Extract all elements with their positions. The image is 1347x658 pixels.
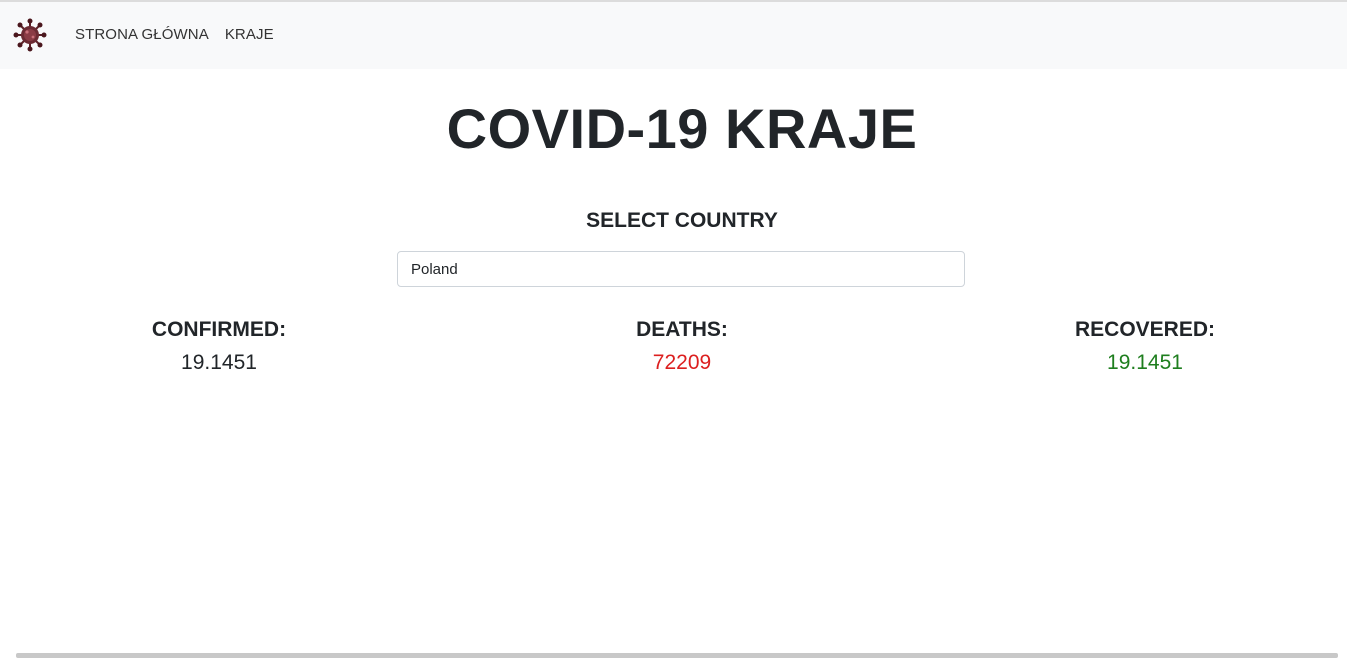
confirmed-label: CONFIRMED:	[151, 318, 287, 341]
nav-link-home[interactable]: STRONA GŁÓWNA	[75, 26, 209, 43]
select-country-label: SELECT COUNTRY	[586, 209, 778, 232]
page: STRONA GŁÓWNA KRAJE COVID-19 KRAJE SELEC…	[0, 0, 1347, 658]
nav-link-countries[interactable]: KRAJE	[225, 26, 274, 43]
horizontal-scrollbar[interactable]	[16, 653, 1338, 658]
navbar: STRONA GŁÓWNA KRAJE	[0, 2, 1347, 69]
page-title: COVID-19 KRAJE	[446, 97, 918, 160]
recovered-label: RECOVERED:	[1074, 318, 1216, 341]
nav-links: STRONA GŁÓWNA KRAJE	[75, 26, 274, 43]
confirmed-value: 19.1451	[181, 351, 257, 374]
virus-icon[interactable]	[13, 18, 47, 52]
recovered-value: 19.1451	[1107, 351, 1183, 374]
stat-recovered: RECOVERED: 19.1451	[1045, 316, 1245, 378]
stat-deaths: DEATHS: 72209	[582, 316, 782, 378]
stat-confirmed: CONFIRMED: 19.1451	[119, 316, 319, 378]
deaths-label: DEATHS:	[636, 318, 728, 341]
country-input[interactable]	[397, 251, 965, 287]
deaths-value: 72209	[652, 351, 712, 374]
